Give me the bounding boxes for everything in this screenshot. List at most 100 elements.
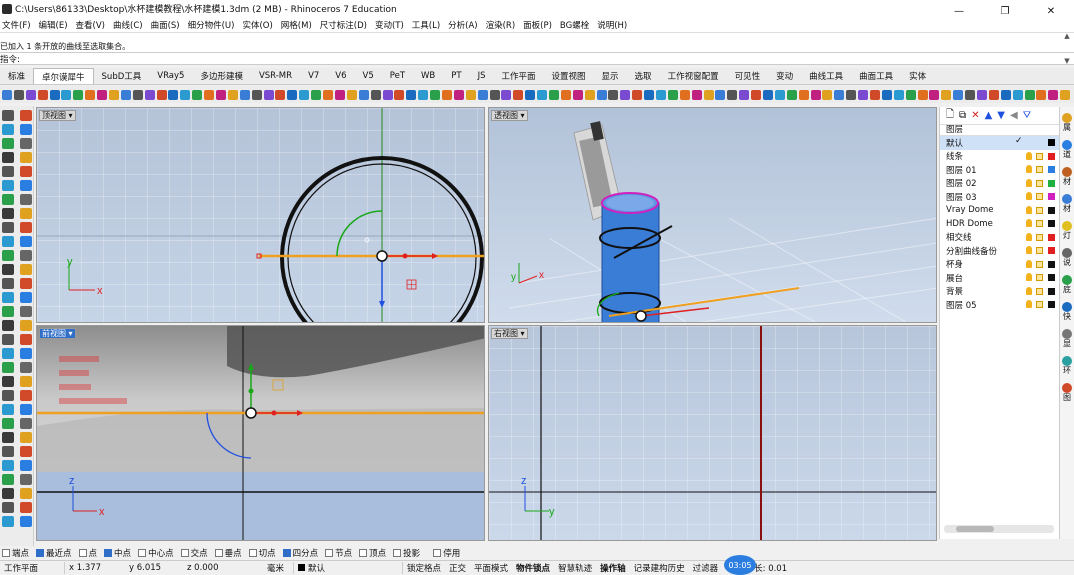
tab-transform[interactable]: 变动 <box>768 68 801 84</box>
left-tool-icon[interactable] <box>2 390 14 401</box>
osnap-option[interactable]: 停用 <box>433 547 460 559</box>
layer-color-swatch[interactable] <box>1048 179 1055 187</box>
new-layer-icon[interactable]: 🗋 <box>946 107 954 124</box>
viewport-front[interactable]: 前视图 ▾ z x <box>36 325 485 541</box>
left-tool-icon[interactable] <box>20 516 32 527</box>
toolbar-command-icon[interactable] <box>73 89 84 100</box>
layer-lock-icon[interactable] <box>1036 247 1043 254</box>
layer-row[interactable]: 图层 02 <box>940 177 1059 191</box>
toolbar-command-icon[interactable] <box>846 89 857 100</box>
planar-toggle[interactable]: 平面模式 <box>470 562 512 574</box>
menu-analyze[interactable]: 分析(A) <box>448 19 477 31</box>
toolbar-command-icon[interactable] <box>727 89 738 100</box>
osnap-checkbox[interactable] <box>393 548 402 557</box>
layer-row[interactable]: 相交线 <box>940 231 1059 245</box>
left-tool-icon[interactable] <box>20 460 32 471</box>
move-down-icon[interactable]: ▼ <box>997 110 1005 121</box>
layer-color-swatch[interactable] <box>1048 139 1055 146</box>
toolbar-command-icon[interactable] <box>1000 89 1011 100</box>
layer-lock-icon[interactable] <box>1036 287 1043 295</box>
toolbar-command-icon[interactable] <box>287 89 298 100</box>
toolbar-command-icon[interactable] <box>85 89 96 100</box>
ortho-toggle[interactable]: 正交 <box>445 562 470 574</box>
left-tool-icon[interactable] <box>20 320 32 331</box>
left-tool-icon[interactable] <box>20 404 32 415</box>
left-tool-icon[interactable] <box>2 264 14 275</box>
side-tab[interactable]: 道 <box>1062 140 1072 159</box>
left-tool-icon[interactable] <box>2 446 14 457</box>
menu-solid[interactable]: 实体(O) <box>242 19 272 31</box>
osnap-option[interactable]: 中心点 <box>138 547 174 559</box>
osnap-option[interactable]: 投影 <box>393 547 420 559</box>
move-parent-icon[interactable]: ◀ <box>1010 110 1018 121</box>
toolbar-command-icon[interactable] <box>1048 89 1059 100</box>
toolbar-command-icon[interactable] <box>513 89 524 100</box>
layer-row[interactable]: 图层 05 <box>940 298 1059 312</box>
toolbar-command-icon[interactable] <box>810 89 821 100</box>
layer-row[interactable]: 展台 <box>940 271 1059 285</box>
toolbar-command-icon[interactable] <box>644 89 655 100</box>
toolbar-command-icon[interactable] <box>1036 89 1047 100</box>
toolbar-command-icon[interactable] <box>465 89 476 100</box>
toolbar-command-icon[interactable] <box>905 89 916 100</box>
toolbar-command-icon[interactable] <box>2 89 12 100</box>
left-tool-icon[interactable] <box>20 306 32 317</box>
osnap-option[interactable]: 垂点 <box>214 547 242 559</box>
left-tool-icon[interactable] <box>2 488 14 499</box>
osnap-checkbox[interactable] <box>248 548 257 557</box>
layer-color-swatch[interactable] <box>1048 152 1055 160</box>
left-tool-icon[interactable] <box>20 432 32 443</box>
left-tool-icon[interactable] <box>20 222 32 233</box>
layer-color-swatch[interactable] <box>1048 247 1055 254</box>
layer-color-swatch[interactable] <box>1048 301 1055 308</box>
toolbar-command-icon[interactable] <box>216 89 227 100</box>
layer-color-swatch[interactable] <box>1048 220 1055 227</box>
tab-vsr-mr[interactable]: VSR-MR <box>251 68 300 84</box>
delete-layer-icon[interactable]: ✕ <box>971 110 979 121</box>
tab-viewport-layout[interactable]: 工作视窗配置 <box>660 68 727 84</box>
toolbar-command-icon[interactable] <box>988 89 999 100</box>
layer-row[interactable]: Vray Dome <box>940 204 1059 218</box>
side-tab[interactable]: 材 <box>1062 194 1072 213</box>
menu-subd[interactable]: 细分物件(U) <box>188 19 235 31</box>
toolbar-command-icon[interactable] <box>227 89 238 100</box>
left-tool-icon[interactable] <box>2 250 14 261</box>
tab-select[interactable]: 选取 <box>627 68 660 84</box>
toolbar-command-icon[interactable] <box>180 89 191 100</box>
layer-visible-bulb-icon[interactable] <box>1026 273 1032 281</box>
toolbar-command-icon[interactable] <box>774 89 785 100</box>
viewport-front-label[interactable]: 前视图 ▾ <box>39 328 76 339</box>
side-tab[interactable]: 灯 <box>1062 221 1072 240</box>
toolbar-command-icon[interactable] <box>132 89 143 100</box>
scroll-down-icon[interactable]: ▼ <box>1064 57 1069 65</box>
left-tool-icon[interactable] <box>2 320 14 331</box>
history-toggle[interactable]: 记录建构历史 <box>630 562 689 574</box>
new-sublayer-icon[interactable]: ⧉ <box>959 110 966 121</box>
toolbar-command-icon[interactable] <box>239 89 250 100</box>
osnap-checkbox[interactable] <box>282 548 291 557</box>
gumball-toggle[interactable]: 操作轴 <box>596 562 630 574</box>
tab-wb[interactable]: WB <box>413 68 443 84</box>
osnap-option[interactable]: 最近点 <box>36 547 72 559</box>
toolbar-command-icon[interactable] <box>929 89 940 100</box>
layer-visible-bulb-icon[interactable] <box>1026 300 1032 308</box>
viewport-right[interactable]: 右视图 ▾ z y <box>488 325 937 541</box>
layer-lock-icon[interactable] <box>1036 260 1043 268</box>
toolbar-command-icon[interactable] <box>620 89 631 100</box>
layer-visible-bulb-icon[interactable] <box>1026 232 1032 241</box>
osnap-checkbox[interactable] <box>359 548 368 557</box>
toolbar-command-icon[interactable] <box>584 89 595 100</box>
side-tab[interactable]: 显 <box>1062 329 1072 348</box>
toolbar-command-icon[interactable] <box>870 89 881 100</box>
toolbar-command-icon[interactable] <box>858 89 869 100</box>
left-tool-icon[interactable] <box>2 292 14 303</box>
left-tool-icon[interactable] <box>20 180 32 191</box>
toolbar-command-icon[interactable] <box>418 89 429 100</box>
tab-v6[interactable]: V6 <box>327 68 354 84</box>
left-tool-icon[interactable] <box>2 418 14 429</box>
layer-visible-bulb-icon[interactable] <box>1026 219 1032 227</box>
layer-visible-bulb-icon[interactable] <box>1026 192 1032 200</box>
menu-view[interactable]: 查看(V) <box>76 19 105 31</box>
toolbar-command-icon[interactable] <box>691 89 702 100</box>
left-tool-icon[interactable] <box>20 488 32 499</box>
